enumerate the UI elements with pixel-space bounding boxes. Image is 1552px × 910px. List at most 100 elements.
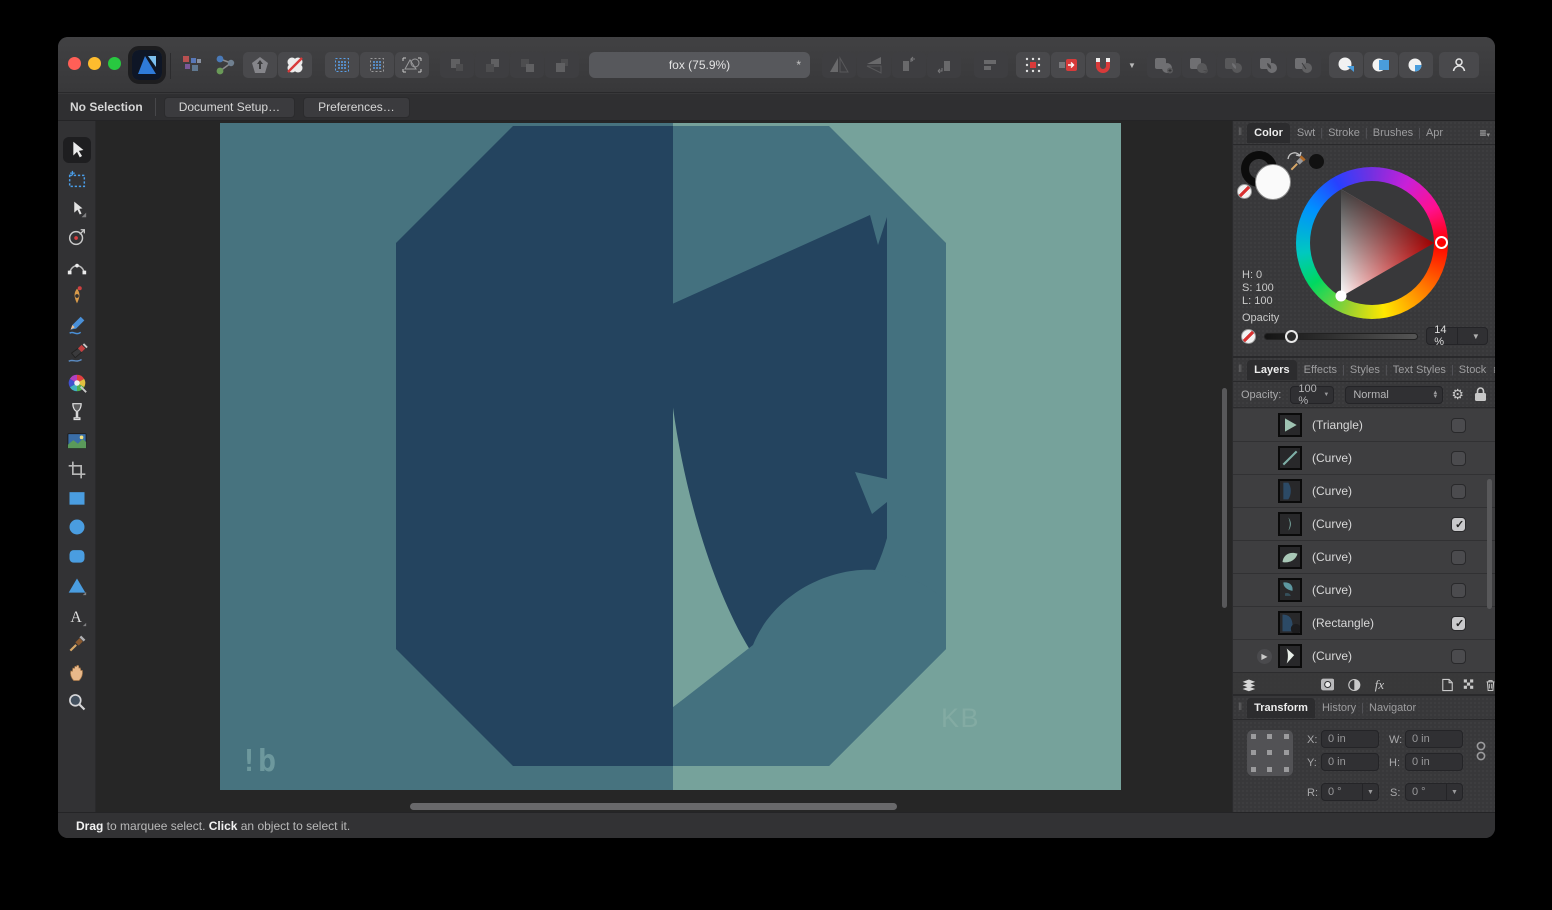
tab-navigator[interactable]: Navigator [1362, 698, 1423, 718]
flip-horizontal-button[interactable] [822, 52, 856, 78]
artboard-grid-button[interactable] [325, 52, 359, 78]
snapping-grid-button[interactable] [1016, 52, 1050, 78]
layer-row[interactable]: (Curve) [1233, 508, 1495, 541]
layer-row[interactable]: (Curve) [1233, 442, 1495, 475]
new-layer-icon[interactable] [1442, 677, 1453, 693]
blend-mode-dropdown[interactable]: Normal ▲▼ [1345, 386, 1443, 404]
move-tool[interactable] [63, 137, 91, 163]
layer-row[interactable]: (Curve) [1233, 475, 1495, 508]
panel-menu-icon[interactable]: ≡▾ [1493, 363, 1495, 377]
tab-stock[interactable]: Stock [1452, 360, 1494, 380]
layer-row[interactable]: (Rectangle) [1233, 607, 1495, 640]
color-triangle[interactable] [1310, 181, 1434, 305]
mask-layer-icon[interactable] [1321, 677, 1334, 692]
corner-tool[interactable] [63, 254, 91, 280]
link-dimensions-icon[interactable] [1476, 740, 1486, 764]
shear-dropdown[interactable]: 0 °▼ [1405, 783, 1463, 801]
export-persona-button[interactable] [243, 52, 277, 78]
order-to-back-button[interactable] [545, 52, 579, 78]
boolean-add-button[interactable] [1147, 52, 1181, 78]
horizontal-scrollbar[interactable] [410, 803, 897, 810]
crop-tool[interactable] [63, 457, 91, 483]
insert-on-top-button[interactable] [1399, 52, 1433, 78]
insert-inside-button[interactable] [1364, 52, 1398, 78]
layer-checkbox[interactable] [1451, 550, 1466, 565]
insert-behind-button[interactable] [1329, 52, 1363, 78]
flip-vertical-button[interactable] [857, 52, 891, 78]
tab-stroke[interactable]: Stroke [1321, 123, 1367, 143]
rotation-dropdown[interactable]: 0 °▼ [1321, 783, 1379, 801]
order-forward-button[interactable] [475, 52, 509, 78]
layer-row[interactable]: ▶ (Curve) [1233, 640, 1495, 672]
layer-row[interactable]: (Triangle) [1233, 409, 1495, 442]
color-picker-tool[interactable] [63, 631, 91, 657]
tab-transform[interactable]: Transform [1247, 698, 1315, 718]
layer-checkbox[interactable] [1451, 484, 1466, 499]
transform-anchor-selector[interactable] [1247, 730, 1293, 776]
document-setup-button[interactable]: Document Setup… [164, 97, 295, 118]
color-picker-icon[interactable] [1288, 152, 1308, 174]
blend-options-gear-icon[interactable]: ⚙ [1451, 386, 1464, 403]
snapping-dropdown-chevron-icon[interactable]: ▼ [1128, 61, 1136, 70]
color-wheel[interactable] [1296, 167, 1448, 319]
point-transform-tool[interactable] [63, 225, 91, 251]
opacity-slider-track[interactable] [1264, 333, 1418, 340]
order-to-front-button[interactable] [440, 52, 474, 78]
canvas-viewport[interactable]: KB !b [96, 121, 1232, 812]
opacity-value-dropdown[interactable]: 14 % ▼ [1426, 327, 1488, 345]
pixel-grid-button[interactable] [360, 52, 394, 78]
layer-checkbox[interactable] [1451, 451, 1466, 466]
rounded-rectangle-tool[interactable] [63, 543, 91, 569]
rectangle-tool[interactable] [63, 485, 91, 511]
tab-text-styles[interactable]: Text Styles [1386, 360, 1453, 380]
tab-effects[interactable]: Effects [1297, 360, 1344, 380]
rotate-cw-button[interactable] [927, 52, 961, 78]
pencil-tool[interactable] [63, 312, 91, 338]
panel-menu-icon[interactable]: ≡▾ [1479, 126, 1490, 140]
layer-row[interactable]: (Curve) [1233, 541, 1495, 574]
boolean-subtract-button[interactable] [1182, 52, 1216, 78]
layers-stack-icon[interactable] [1241, 677, 1257, 693]
layer-thumbnail[interactable] [1278, 611, 1302, 635]
vertical-scrollbar[interactable] [1222, 388, 1227, 608]
panel-grip-icon[interactable]: ‖ [1238, 364, 1243, 375]
expand-layer-icon[interactable]: ▶ [1257, 649, 1272, 664]
shape-builder-button[interactable] [395, 52, 429, 78]
panel-grip-icon[interactable]: ‖ [1238, 702, 1243, 713]
boolean-divide-button[interactable] [1287, 52, 1321, 78]
view-hand-tool[interactable] [63, 660, 91, 686]
new-pixel-layer-icon[interactable] [1463, 677, 1475, 692]
lock-icon[interactable] [1474, 387, 1487, 402]
zoom-tool[interactable] [63, 689, 91, 715]
tab-styles[interactable]: Styles [1343, 360, 1387, 380]
opacity-none-swatch[interactable] [1241, 329, 1256, 344]
tab-appearance[interactable]: Apr [1419, 123, 1450, 143]
pixel-persona-button[interactable] [278, 52, 312, 78]
tab-layers[interactable]: Layers [1247, 360, 1296, 380]
layer-row[interactable]: (Curve) [1233, 574, 1495, 607]
adjustment-layer-icon[interactable] [1348, 677, 1361, 693]
persona-launcher-icon[interactable] [175, 52, 209, 78]
close-window-button[interactable] [68, 57, 81, 70]
zoom-window-button[interactable] [108, 57, 121, 70]
layer-checkbox[interactable] [1451, 418, 1466, 433]
panel-grip-icon[interactable]: ‖ [1238, 127, 1243, 138]
boolean-xor-button[interactable] [1252, 52, 1286, 78]
layer-thumbnail[interactable] [1278, 413, 1302, 437]
opacity-slider-knob[interactable] [1285, 330, 1298, 343]
h-field[interactable]: 0 in [1405, 753, 1463, 771]
hue-ring-selector[interactable] [1435, 236, 1448, 249]
share-nodes-icon[interactable] [209, 52, 243, 78]
tab-history[interactable]: History [1315, 698, 1363, 718]
layers-opacity-dropdown[interactable]: 100 % ▼ [1290, 386, 1334, 404]
delete-layer-trash-icon[interactable] [1485, 677, 1495, 693]
snap-move-button[interactable] [1051, 52, 1085, 78]
transparency-tool[interactable] [63, 399, 91, 425]
vector-brush-tool[interactable] [63, 341, 91, 367]
layer-thumbnail[interactable] [1278, 446, 1302, 470]
preferences-button[interactable]: Preferences… [303, 97, 410, 118]
fill-gradient-tool[interactable] [63, 370, 91, 396]
document-title-field[interactable]: fox (75.9%) * [589, 52, 810, 78]
tab-color[interactable]: Color [1247, 123, 1290, 143]
no-color-swatch[interactable] [1237, 184, 1252, 199]
